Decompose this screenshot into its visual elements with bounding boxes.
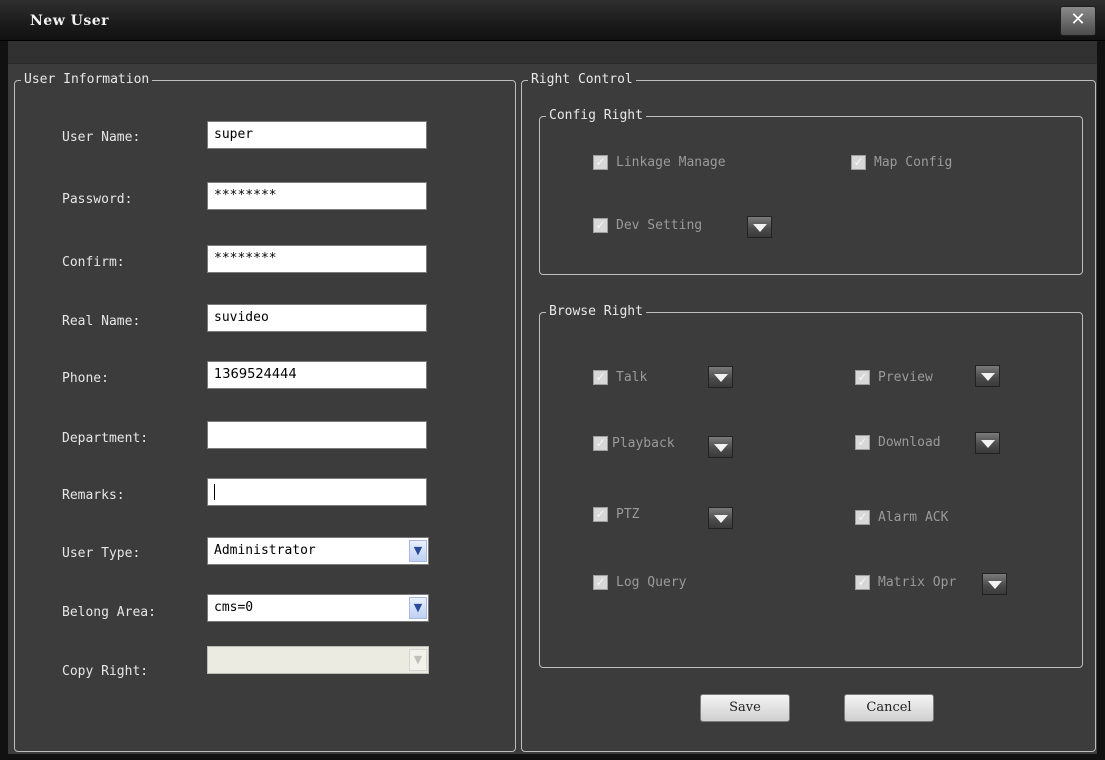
user-type-dropdown-icon[interactable]: ▼: [409, 540, 427, 562]
belong-area-select[interactable]: cms=0 ▼: [207, 594, 429, 622]
dialog-title: New User: [30, 13, 110, 29]
alarm-ack-label: Alarm ACK: [878, 510, 949, 525]
copy-right-dropdown-icon: ▼: [409, 649, 427, 671]
window-edge-bottom: [0, 754, 1105, 760]
department-label: Department:: [62, 431, 149, 446]
password-label: Password:: [62, 192, 133, 207]
linkage-manage-checkbox[interactable]: ✓: [593, 155, 608, 170]
department-input[interactable]: [207, 421, 427, 449]
preview-checkbox[interactable]: ✓: [855, 370, 870, 385]
phone-label: Phone:: [62, 371, 109, 386]
matrix-opr-checkbox[interactable]: ✓: [855, 575, 870, 590]
user-type-value: Administrator: [214, 543, 316, 558]
close-button[interactable]: ✕: [1060, 6, 1096, 36]
ptz-label: PTZ: [616, 507, 640, 522]
user-name-input[interactable]: super: [207, 121, 427, 149]
preview-label: Preview: [878, 370, 933, 385]
config-right-legend: Config Right: [546, 106, 646, 126]
user-type-select[interactable]: Administrator ▼: [207, 537, 429, 565]
talk-expand-button[interactable]: [708, 366, 733, 388]
text-cursor: [214, 484, 215, 500]
talk-checkbox[interactable]: ✓: [593, 370, 608, 385]
real-name-input[interactable]: suvideo: [207, 304, 427, 332]
matrix-opr-expand-button[interactable]: [982, 573, 1007, 595]
user-type-label: User Type:: [62, 546, 141, 561]
real-name-label: Real Name:: [62, 314, 141, 329]
title-strip: [0, 41, 1105, 64]
dev-setting-expand-button[interactable]: [747, 216, 772, 238]
playback-expand-button[interactable]: [708, 436, 733, 458]
playback-checkbox[interactable]: ✓: [593, 436, 608, 451]
belong-area-value: cms=0: [214, 600, 254, 615]
linkage-manage-label: Linkage Manage: [616, 155, 726, 170]
ptz-checkbox[interactable]: ✓: [593, 507, 608, 522]
remarks-input[interactable]: [207, 478, 427, 506]
cancel-button[interactable]: Cancel: [844, 694, 934, 722]
remarks-label: Remarks:: [62, 488, 125, 503]
save-button[interactable]: Save: [700, 694, 790, 722]
belong-area-label: Belong Area:: [62, 605, 156, 620]
confirm-password-input[interactable]: ********: [207, 245, 427, 273]
log-query-checkbox[interactable]: ✓: [593, 575, 608, 590]
browse-right-legend: Browse Right: [546, 302, 646, 322]
window-edge-left: [0, 41, 8, 760]
window-edge-right: [1097, 41, 1105, 760]
user-name-label: User Name:: [62, 130, 141, 145]
map-config-label: Map Config: [874, 155, 953, 170]
user-information-legend: User Information: [21, 70, 153, 90]
new-user-dialog: New User ✕ User Information User Name: s…: [0, 0, 1105, 760]
title-bar[interactable]: New User ✕: [0, 0, 1105, 41]
download-expand-button[interactable]: [975, 432, 1000, 454]
playback-label: Playback: [612, 436, 675, 451]
map-config-checkbox[interactable]: ✓: [851, 155, 866, 170]
belong-area-dropdown-icon[interactable]: ▼: [409, 597, 427, 619]
matrix-opr-label: Matrix Opr: [878, 575, 957, 590]
download-label: Download: [878, 435, 941, 450]
ptz-expand-button[interactable]: [708, 507, 733, 529]
talk-label: Talk: [616, 370, 648, 385]
right-control-legend: Right Control: [528, 70, 636, 90]
dev-setting-label: Dev Setting: [616, 218, 703, 233]
dev-setting-checkbox[interactable]: ✓: [593, 218, 608, 233]
alarm-ack-checkbox[interactable]: ✓: [855, 510, 870, 525]
copy-right-select: ▼: [207, 646, 429, 674]
confirm-label: Confirm:: [62, 255, 125, 270]
log-query-label: Log Query: [616, 575, 687, 590]
phone-input[interactable]: 1369524444: [207, 361, 427, 389]
close-icon: ✕: [1070, 9, 1086, 30]
browse-right-group: Browse Right: [539, 302, 1083, 668]
preview-expand-button[interactable]: [975, 365, 1000, 387]
download-checkbox[interactable]: ✓: [855, 435, 870, 450]
config-right-group: Config Right: [539, 106, 1083, 275]
copy-right-label: Copy Right:: [62, 664, 149, 679]
password-input[interactable]: ********: [207, 182, 427, 210]
